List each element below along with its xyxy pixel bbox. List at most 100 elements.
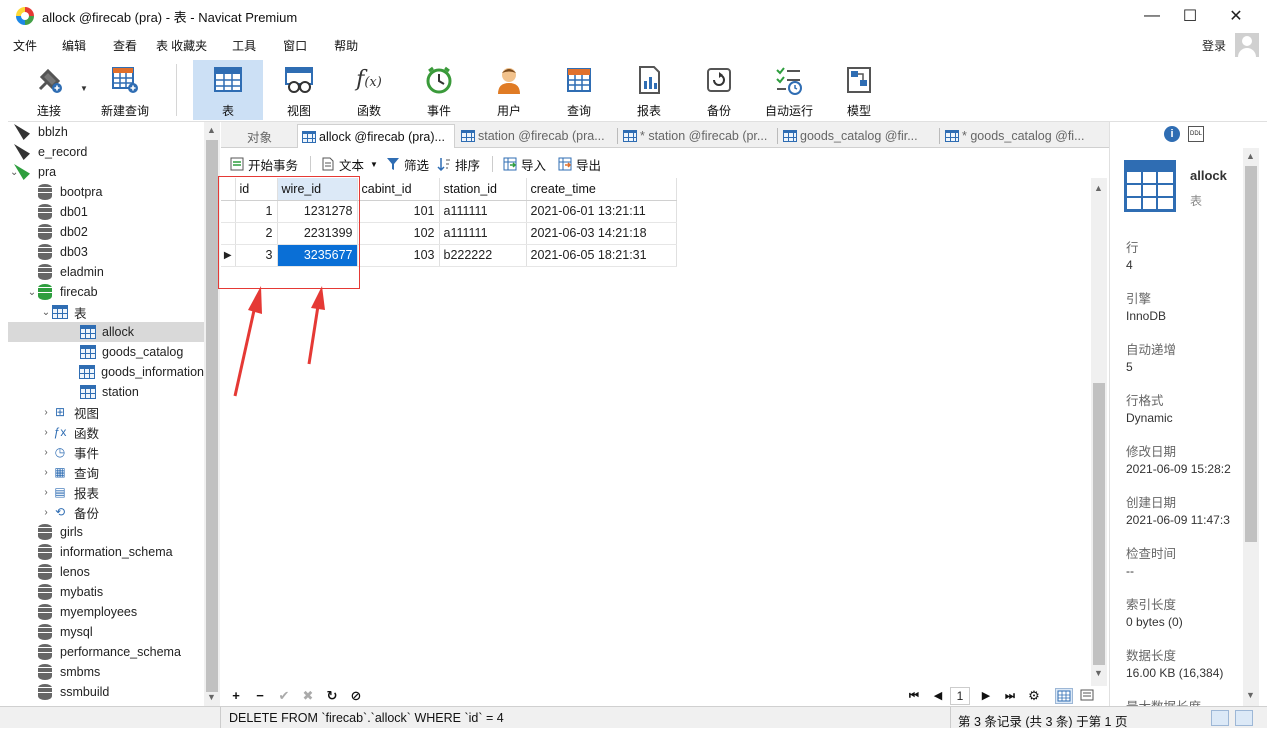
tree-item-girls[interactable]: girls: [8, 522, 204, 542]
tree-item-folder-19[interactable]: › ⟲ 备份: [8, 502, 204, 522]
stop-button[interactable]: ⊘: [345, 686, 367, 706]
chevron-down-icon[interactable]: ▼: [80, 84, 88, 93]
backup-button[interactable]: 备份: [690, 60, 748, 120]
tree-item-firecab[interactable]: ⌄ firecab: [8, 282, 204, 302]
scroll-down-icon[interactable]: ▼: [1094, 668, 1103, 678]
expand-toggle-icon[interactable]: ›: [40, 487, 52, 498]
menu-tools[interactable]: 工具: [224, 37, 265, 54]
table-button[interactable]: 表: [193, 60, 263, 120]
discard-changes-button[interactable]: ✖: [297, 686, 319, 706]
tab-goods-catalog-modified[interactable]: * goods_catalog @fi...: [941, 124, 1105, 148]
tree-item-allock[interactable]: allock: [8, 322, 204, 342]
user-button[interactable]: 用户: [480, 60, 538, 120]
view-button[interactable]: 视图: [270, 60, 328, 120]
tree-item-eladmin[interactable]: eladmin: [8, 262, 204, 282]
grid-scrollbar[interactable]: ▲ ▼: [1091, 178, 1107, 686]
tab-station-modified[interactable]: * station @firecab (pr...: [619, 124, 777, 148]
maximize-button[interactable]: ☐: [1167, 0, 1213, 32]
tab-objects[interactable]: 对象: [225, 124, 295, 148]
tree-item-folder-14[interactable]: › ⊞ 视图: [8, 402, 204, 422]
tree-item-lenos[interactable]: lenos: [8, 562, 204, 582]
tab-station[interactable]: station @firecab (pra...: [457, 124, 615, 148]
menu-window[interactable]: 窗口: [275, 37, 316, 54]
expand-toggle-icon[interactable]: ›: [40, 507, 52, 518]
tree-item-pra[interactable]: ⌄ pra: [8, 162, 204, 182]
function-button[interactable]: f(x) 函数: [340, 60, 398, 120]
tree-item-folder-18[interactable]: › ▤ 报表: [8, 482, 204, 502]
delete-record-button[interactable]: −: [249, 686, 271, 706]
sort-button[interactable]: 排序: [437, 155, 480, 174]
refresh-button[interactable]: ↻: [321, 686, 343, 706]
tree-item-mybatis[interactable]: mybatis: [8, 582, 204, 602]
page-number-input[interactable]: 1: [950, 687, 970, 705]
text-button[interactable]: 文本 ▼: [321, 155, 378, 174]
login-link[interactable]: 登录: [1202, 37, 1226, 54]
tree-item-myemployees[interactable]: myemployees: [8, 602, 204, 622]
grid-view-toggle[interactable]: [1055, 688, 1073, 704]
tree-item-folder-9[interactable]: ⌄ 表: [8, 302, 204, 322]
form-view-toggle[interactable]: [1079, 688, 1097, 704]
add-record-button[interactable]: +: [225, 686, 247, 706]
expand-toggle-icon[interactable]: ⌄: [26, 287, 38, 298]
tree-item-performance_schema[interactable]: performance_schema: [8, 642, 204, 662]
begin-transaction-button[interactable]: 开始事务: [230, 155, 298, 174]
apply-changes-button[interactable]: ✔: [273, 686, 295, 706]
tree-item-db03[interactable]: db03: [8, 242, 204, 262]
import-button[interactable]: 导入: [503, 155, 546, 174]
expand-toggle-icon[interactable]: ›: [40, 467, 52, 478]
expand-toggle-icon[interactable]: ⌄: [40, 307, 52, 318]
scroll-down-icon[interactable]: ▼: [1246, 690, 1255, 700]
export-button[interactable]: 导出: [558, 155, 601, 174]
tree-item-db02[interactable]: db02: [8, 222, 204, 242]
settings-gear-icon[interactable]: ⚙: [1023, 686, 1045, 706]
query-button[interactable]: 查询: [550, 60, 608, 120]
tree-item-station[interactable]: station: [8, 382, 204, 402]
next-page-button[interactable]: ▶: [975, 686, 997, 706]
prev-page-button[interactable]: ◀: [927, 686, 949, 706]
connect-button[interactable]: 连接: [22, 60, 76, 120]
filter-button[interactable]: 筛选: [386, 155, 429, 174]
grid-scroll-thumb[interactable]: [1093, 383, 1105, 665]
tab-allock[interactable]: allock @firecab (pra)...: [297, 124, 455, 148]
auto-run-button[interactable]: 自动运行: [760, 60, 818, 120]
menu-favorites[interactable]: 收藏夹: [163, 37, 216, 54]
close-button[interactable]: ✕: [1213, 0, 1259, 32]
scroll-down-icon[interactable]: ▼: [207, 692, 216, 702]
event-button[interactable]: 事件: [410, 60, 468, 120]
expand-toggle-icon[interactable]: ›: [40, 427, 52, 438]
model-button[interactable]: 模型: [830, 60, 888, 120]
ddl-icon[interactable]: DDL: [1188, 126, 1204, 142]
new-query-button[interactable]: 新建查询: [96, 60, 154, 120]
tree-item-goods_catalog[interactable]: goods_catalog: [8, 342, 204, 362]
expand-toggle-icon[interactable]: ›: [40, 447, 52, 458]
scroll-up-icon[interactable]: ▲: [1246, 151, 1255, 161]
tree-item-e_record[interactable]: e_record: [8, 142, 204, 162]
tree-item-bblzh[interactable]: bblzh: [8, 122, 204, 142]
tree-item-bootpra[interactable]: bootpra: [8, 182, 204, 202]
info-icon[interactable]: i: [1164, 126, 1180, 142]
tree-item-smbms[interactable]: smbms: [8, 662, 204, 682]
tree-item-folder-16[interactable]: › ◷ 事件: [8, 442, 204, 462]
menu-file[interactable]: 文件: [5, 37, 46, 54]
layout-right-toggle[interactable]: [1235, 710, 1253, 726]
menu-help[interactable]: 帮助: [326, 37, 367, 54]
last-page-button[interactable]: ⏭: [999, 686, 1021, 706]
expand-toggle-icon[interactable]: ›: [40, 407, 52, 418]
expand-toggle-icon[interactable]: ⌄: [10, 167, 18, 178]
info-scrollbar[interactable]: ▲ ▼: [1243, 148, 1259, 706]
first-page-button[interactable]: ⏮: [903, 686, 925, 706]
scroll-up-icon[interactable]: ▲: [207, 125, 216, 135]
tree-item-db01[interactable]: db01: [8, 202, 204, 222]
layout-left-toggle[interactable]: [1211, 710, 1229, 726]
tab-goods-catalog[interactable]: goods_catalog @fir...: [779, 124, 937, 148]
avatar[interactable]: [1235, 33, 1259, 57]
info-scroll-thumb[interactable]: [1245, 166, 1257, 542]
menu-edit[interactable]: 编辑: [54, 37, 95, 54]
tree-item-folder-15[interactable]: › ƒx 函数: [8, 422, 204, 442]
scroll-up-icon[interactable]: ▲: [1094, 183, 1103, 193]
menu-view[interactable]: 查看: [105, 37, 146, 54]
report-button[interactable]: 报表: [620, 60, 678, 120]
tree-item-information_schema[interactable]: information_schema: [8, 542, 204, 562]
tree-scroll-thumb[interactable]: [206, 140, 218, 692]
tree-item-goods_information[interactable]: goods_information: [8, 362, 204, 382]
